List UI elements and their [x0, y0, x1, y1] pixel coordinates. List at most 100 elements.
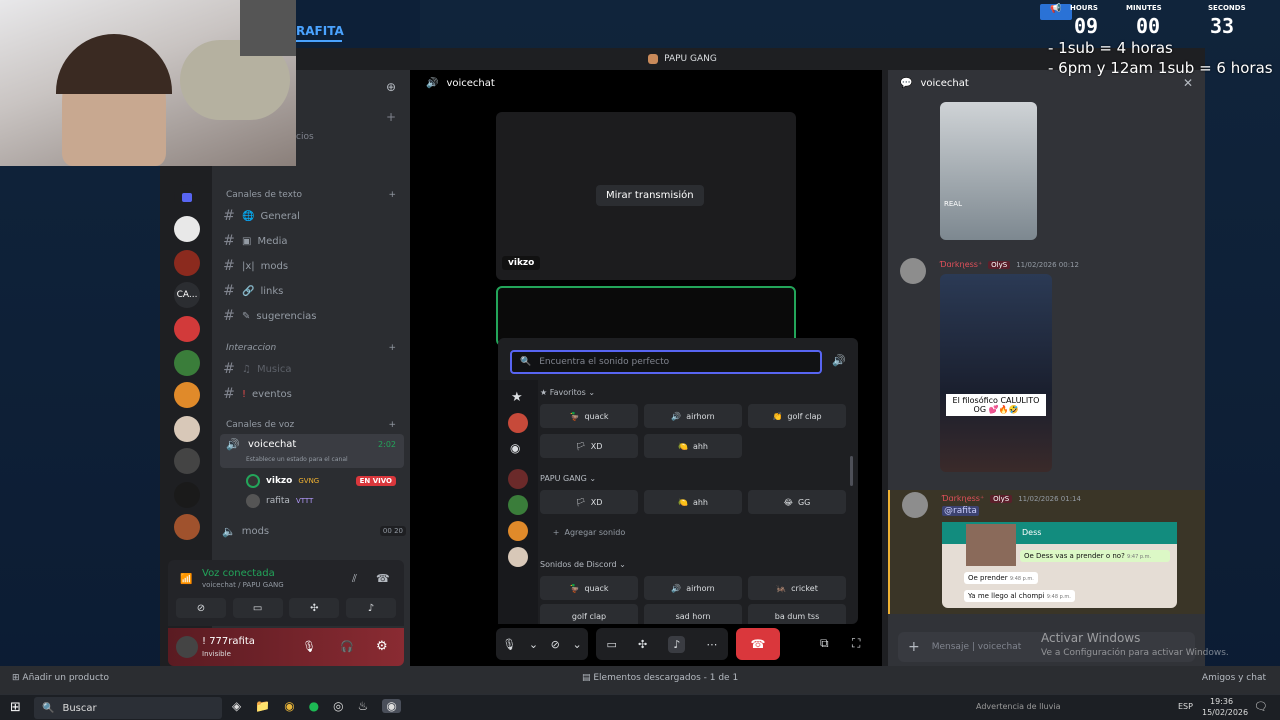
- server-ca[interactable]: CA...: [174, 282, 200, 308]
- star-icon[interactable]: ★: [511, 390, 538, 405]
- fullscreen-icon[interactable]: ⛶: [852, 636, 860, 651]
- sound-button-sad-horn[interactable]: sad horn: [644, 604, 742, 624]
- server-avatar[interactable]: [174, 514, 200, 540]
- mic-icon[interactable]: 🎙: [502, 638, 516, 651]
- headphones-icon[interactable]: 🎧: [340, 640, 354, 653]
- avatar[interactable]: [176, 636, 198, 658]
- chevron-down-icon[interactable]: ⌄: [529, 638, 538, 651]
- screenshare-icon[interactable]: ▭: [232, 598, 283, 618]
- taskbar-search[interactable]: 🔍 Buscar: [34, 697, 222, 719]
- channel-links[interactable]: # 🔗 links: [222, 280, 406, 302]
- explorer-icon[interactable]: 📁: [255, 699, 270, 713]
- server-avatar[interactable]: [508, 469, 528, 489]
- server-avatar[interactable]: [174, 316, 200, 342]
- channel-media[interactable]: # ▣ Media: [222, 230, 406, 252]
- sound-button-gg[interactable]: 😂 GG: [748, 490, 846, 514]
- discord-icon[interactable]: ◉: [510, 441, 538, 455]
- clock-time[interactable]: 19:36: [1210, 697, 1233, 706]
- add-product-link[interactable]: ⊞ Añadir un producto: [12, 673, 109, 683]
- voice-member[interactable]: rafita VTTT: [246, 492, 396, 510]
- sound-button-quack[interactable]: 🦆 quack: [540, 576, 638, 600]
- server-avatar[interactable]: [508, 521, 528, 541]
- obs-icon[interactable]: ◎: [333, 699, 343, 713]
- disconnect-button[interactable]: ☎: [736, 628, 780, 660]
- channel-eventos[interactable]: #! eventos: [222, 383, 406, 405]
- language-indicator[interactable]: ESP: [1178, 702, 1193, 711]
- sound-button-cricket[interactable]: 🦗 cricket: [748, 576, 846, 600]
- clock-date[interactable]: 15/02/2026: [1202, 708, 1248, 717]
- watch-stream-button[interactable]: Mirar transmisión: [596, 185, 704, 206]
- screenshare-icon[interactable]: ▭: [607, 638, 617, 651]
- close-icon[interactable]: ✕: [1183, 76, 1193, 90]
- noise-icon[interactable]: ⫽: [352, 572, 357, 586]
- add-sound-button[interactable]: + Agregar sonido: [540, 520, 638, 544]
- server-avatar[interactable]: [174, 416, 200, 442]
- user-mention[interactable]: @rafita: [942, 506, 979, 516]
- volume-icon[interactable]: 🔊: [832, 354, 846, 367]
- soundboard-icon[interactable]: ♪: [345, 598, 396, 618]
- server-avatar[interactable]: [174, 216, 200, 242]
- activities-icon[interactable]: ✣: [638, 638, 647, 651]
- voice-location[interactable]: voicechat / PAPU GANG: [202, 581, 284, 589]
- favorites-header[interactable]: ★ Favoritos ⌄: [540, 388, 595, 397]
- speaking-tile[interactable]: [496, 286, 796, 346]
- sound-button-xd[interactable]: 🏳 XD: [540, 434, 638, 458]
- avatar[interactable]: [902, 492, 928, 518]
- channel-mods[interactable]: # |x| mods: [222, 255, 406, 277]
- message-author[interactable]: Ɗɑrkɳess⁺: [940, 260, 982, 269]
- sound-button-ahh[interactable]: 🍋 ahh: [644, 490, 742, 514]
- plus-icon[interactable]: +: [388, 343, 396, 353]
- voice-channel-mods[interactable]: 🔈 mods 00 20: [222, 520, 406, 542]
- sound-button-golf-clap[interactable]: 👏 golf clap: [748, 404, 846, 428]
- sound-button-airhorn[interactable]: 🔊 airhorn: [644, 576, 742, 600]
- video-attachment[interactable]: REAL: [940, 102, 1037, 240]
- channel-sugerencias[interactable]: # ✎ sugerencias: [222, 305, 406, 327]
- disconnect-icon[interactable]: ☎: [376, 572, 390, 585]
- server-avatar[interactable]: [174, 448, 200, 474]
- channel-musica[interactable]: # ♫ Musica: [222, 358, 406, 380]
- folder-icon[interactable]: [174, 184, 200, 210]
- server-avatar[interactable]: [174, 382, 200, 408]
- stream-tile[interactable]: Mirar transmisión vikzo: [496, 112, 796, 280]
- plus-icon[interactable]: +: [386, 110, 396, 124]
- popout-icon[interactable]: ⧉: [820, 636, 829, 651]
- discord-icon[interactable]: ◉: [382, 699, 401, 713]
- add-attachment-icon[interactable]: +: [908, 639, 920, 655]
- message-author[interactable]: Ɗɑrkɳess⁺: [942, 494, 984, 503]
- category-interaction[interactable]: Interaccion +: [226, 343, 396, 353]
- server-avatar[interactable]: [174, 250, 200, 276]
- channel-general[interactable]: # 🌐 General: [222, 205, 406, 227]
- gear-icon[interactable]: ⚙: [376, 639, 388, 654]
- server-avatar[interactable]: [508, 495, 528, 515]
- server-avatar[interactable]: [508, 547, 528, 567]
- camera-off-icon[interactable]: ⊘: [176, 598, 226, 618]
- avatar[interactable]: [900, 258, 926, 284]
- voice-status-placeholder[interactable]: Establece un estado para el canal: [246, 456, 348, 463]
- mic-control[interactable]: 🎙 ⌄ ⊘ ⌄: [496, 628, 588, 660]
- mic-icon[interactable]: 🎙: [302, 640, 316, 653]
- spotify-icon[interactable]: ●: [309, 699, 319, 713]
- weather-warning[interactable]: Advertencia de lluvia: [976, 702, 1060, 711]
- sound-button-ba-dum-tss[interactable]: ba dum tss: [748, 604, 846, 624]
- notification-icon[interactable]: 🗨: [1254, 700, 1268, 713]
- category-text[interactable]: Canales de texto +: [226, 190, 396, 200]
- sound-search-input[interactable]: 🔍 Encuentra el sonido perfecto: [510, 350, 822, 374]
- discord-sounds-header[interactable]: Sonidos de Discord ⌄: [540, 560, 626, 569]
- chrome-icon[interactable]: ◉: [284, 699, 294, 713]
- scrollbar[interactable]: [850, 456, 853, 486]
- voice-channel-active[interactable]: 🔊 voicechat 2:02 Establece un estado par…: [220, 434, 404, 468]
- copilot-icon[interactable]: ◈: [232, 699, 241, 713]
- category-voice[interactable]: Canales de voz +: [226, 420, 396, 430]
- sound-button-airhorn[interactable]: 🔊 airhorn: [644, 404, 742, 428]
- windows-start-icon[interactable]: ⊞: [10, 700, 21, 715]
- camera-off-icon[interactable]: ⊘: [551, 638, 560, 651]
- soundboard-icon[interactable]: ♪: [668, 635, 686, 653]
- sound-button-golf-clap[interactable]: golf clap: [540, 604, 638, 624]
- plus-icon[interactable]: +: [388, 190, 396, 200]
- sound-button-xd[interactable]: 🏳 XD: [540, 490, 638, 514]
- server-avatar[interactable]: [174, 482, 200, 508]
- friends-chat-link[interactable]: Amigos y chat: [1202, 673, 1266, 683]
- voice-member[interactable]: vikzo GVNG EN VIVO: [246, 472, 396, 490]
- plus-icon[interactable]: +: [388, 420, 396, 430]
- more-icon[interactable]: ⋯: [706, 638, 717, 651]
